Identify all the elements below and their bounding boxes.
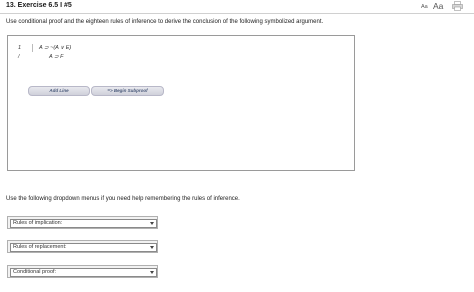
rules-of-implication-panel: Rules of implication:: [7, 216, 158, 229]
printer-icon[interactable]: [452, 1, 463, 11]
add-line-button[interactable]: Add Line: [28, 86, 90, 96]
proof-line-formula: A ⊃ ~(A ∨ E): [39, 45, 72, 51]
conclusion-marker: /: [18, 54, 20, 60]
chevron-down-icon: [150, 271, 154, 274]
select-value: Rules of replacement:: [13, 244, 67, 250]
header-bar: 13. Exercise 6.5 I #5 Aa Aa: [0, 0, 474, 14]
text-size-large-button[interactable]: Aa: [433, 1, 443, 11]
select-value: Rules of implication:: [13, 220, 63, 226]
proof-editor[interactable]: 1 A ⊃ ~(A ∨ E) / A ⊃ F Add Line => Begin…: [7, 35, 355, 171]
chevron-down-icon: [150, 246, 154, 249]
conditional-proof-panel: Conditional proof:: [7, 265, 158, 278]
rules-of-implication-select[interactable]: Rules of implication:: [10, 219, 157, 228]
proof-line-number: 1: [18, 45, 22, 51]
chevron-down-icon: [150, 222, 154, 225]
exercise-title: 13. Exercise 6.5 I #5: [6, 2, 72, 9]
select-value: Conditional proof:: [13, 269, 57, 275]
instructions-text: Use conditional proof and the eighteen r…: [6, 19, 324, 25]
begin-subproof-button[interactable]: => Begin Subproof: [91, 86, 164, 96]
text-size-small-button[interactable]: Aa: [421, 4, 428, 10]
conditional-proof-select[interactable]: Conditional proof:: [10, 268, 157, 277]
proof-line-divider: [32, 44, 33, 52]
dropdown-intro-text: Use the following dropdown menus if you …: [6, 196, 240, 202]
rules-of-replacement-panel: Rules of replacement:: [7, 240, 158, 253]
conclusion-formula: A ⊃ F: [49, 54, 64, 60]
rules-of-replacement-select[interactable]: Rules of replacement:: [10, 243, 157, 252]
header-divider: [0, 13, 474, 14]
